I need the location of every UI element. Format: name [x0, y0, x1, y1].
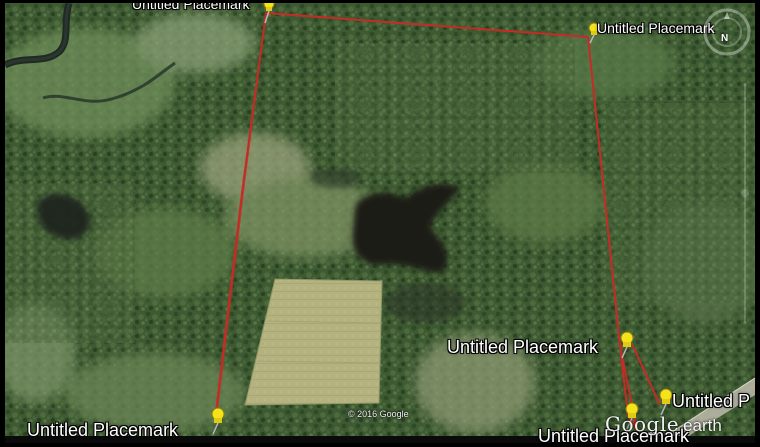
brand-earth: earth	[683, 416, 722, 435]
placemark-label[interactable]: Untitled Placemark	[27, 421, 178, 439]
google-earth-window: Untitled Placemark Untitled Placemark Un…	[0, 0, 760, 447]
placemark-label[interactable]: Untitled Placemark	[447, 338, 598, 356]
brand-google: Google	[605, 412, 680, 436]
boundary-path[interactable]	[5, 3, 755, 443]
yellow-pushpin-icon[interactable]	[208, 407, 228, 435]
zoom-slider[interactable]	[738, 73, 752, 333]
satellite-map-view[interactable]: Untitled Placemark Untitled Placemark Un…	[5, 3, 755, 443]
placemark-label[interactable]: Untitled P	[672, 392, 750, 410]
yellow-pushpin-icon[interactable]	[617, 331, 637, 359]
google-earth-logo: Google earth	[605, 412, 722, 436]
compass-icon[interactable]: N	[701, 6, 753, 58]
placemark-label[interactable]: Untitled Placemark	[597, 21, 715, 35]
placemark-label[interactable]: Untitled Placemark	[132, 3, 250, 11]
imagery-copyright: © 2016 Google	[348, 409, 409, 419]
compass-north-label: N	[721, 33, 729, 44]
yellow-pushpin-icon[interactable]	[259, 3, 279, 25]
